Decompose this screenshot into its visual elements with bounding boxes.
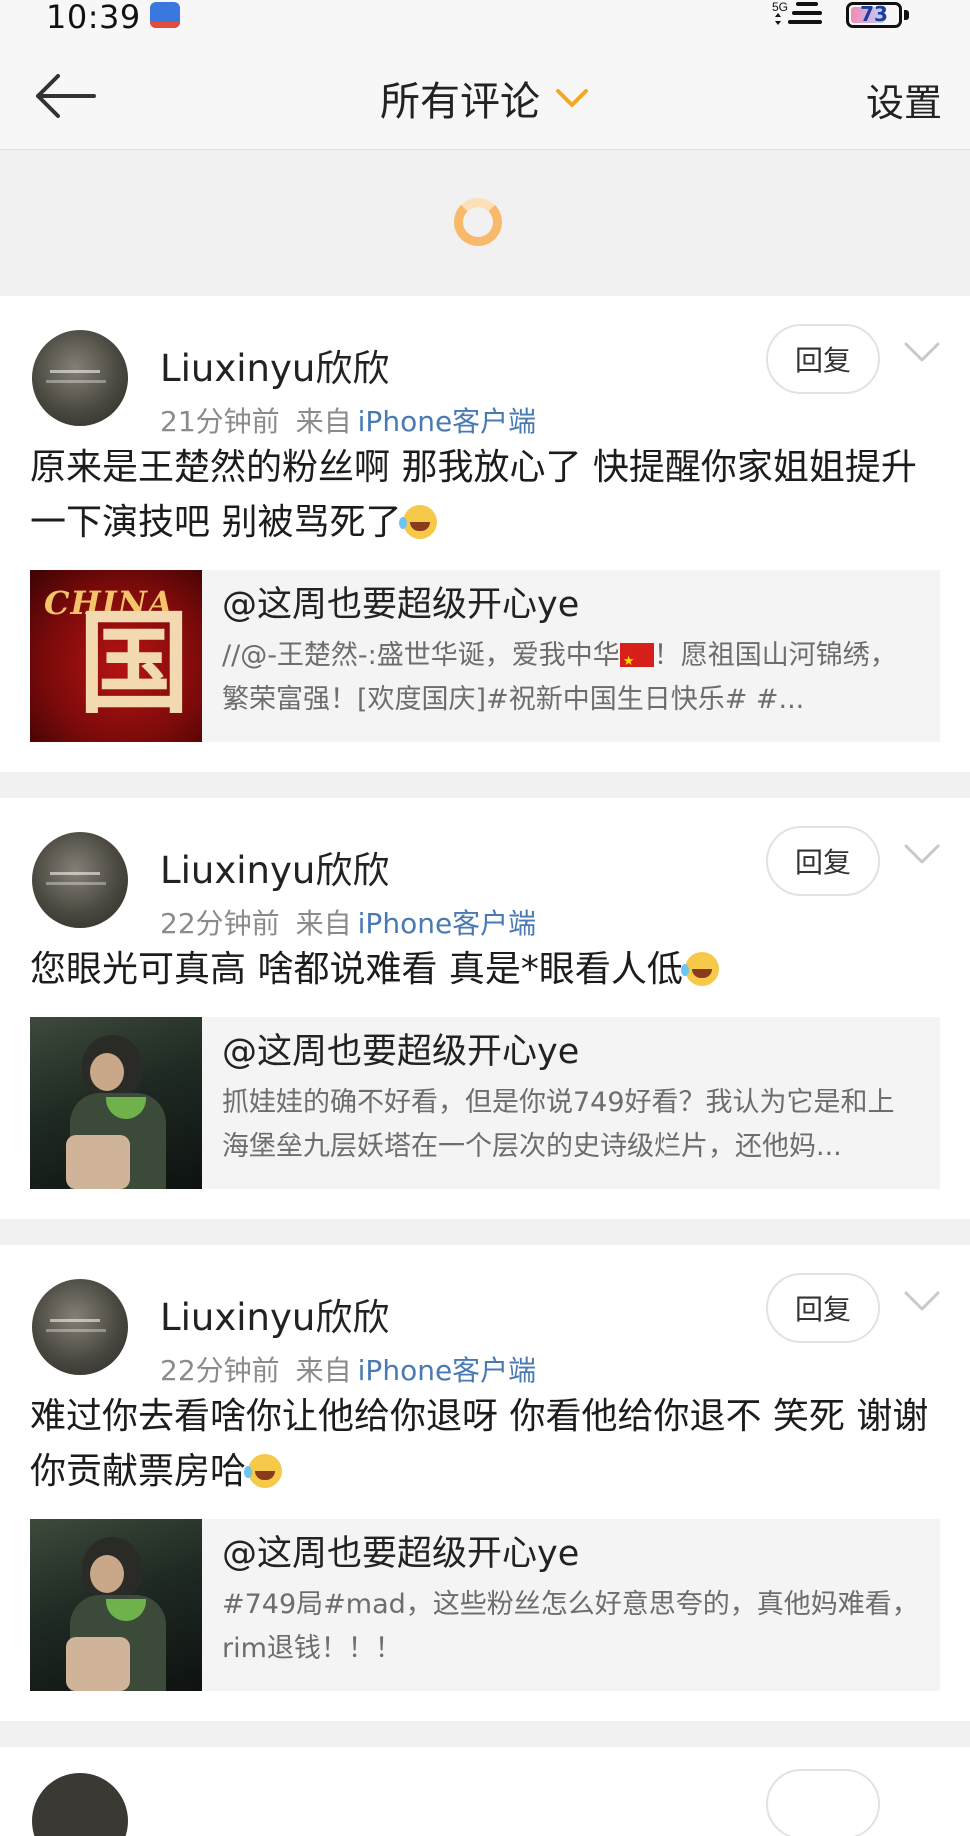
comment-filter-dropdown[interactable]: 所有评论 — [300, 70, 670, 126]
status-time: 10:39 — [46, 0, 141, 36]
comment-meta: 21分钟前 来自 iPhone客户端 — [160, 400, 536, 440]
card-divider — [0, 1721, 970, 1747]
avatar[interactable] — [32, 330, 128, 426]
reply-button[interactable]: 回复 — [766, 1273, 880, 1343]
comment-text: 您眼光可真高 啥都说难看 真是*眼看人低 — [30, 942, 940, 997]
quoted-post-text: //@-王楚然-:盛世华诞，爱我中华！愿祖国山河锦绣，繁荣富强！[欢度国庆]#祝… — [222, 634, 920, 722]
comment-source-link[interactable]: iPhone客户端 — [358, 405, 537, 438]
quoted-post-text: #749局#mad，这些粉丝怎么好意思夸的，真他妈难看，rim退钱！！！ — [222, 1589, 919, 1664]
avatar[interactable] — [32, 832, 128, 928]
reply-button[interactable] — [766, 1769, 880, 1836]
quoted-post-user: @这周也要超级开心ye — [222, 1534, 580, 1574]
comment-time: 22分钟前 — [160, 1354, 280, 1387]
comment-from-label: 来自 — [295, 907, 352, 940]
page-title: 所有评论 — [380, 79, 540, 125]
comment-from-label: 来自 — [295, 1354, 352, 1387]
comment-card: Liuxinyu欣欣 22分钟前 来自 iPhone客户端 回复 难过你去看啥你让他… — [0, 1245, 970, 1721]
laugh-cry-emoji-icon — [244, 1454, 283, 1488]
status-bar: 10:39 5G 73 — [0, 0, 970, 44]
app-notification-icon — [150, 2, 180, 28]
avatar[interactable] — [32, 1773, 128, 1836]
comment-header: Liuxinyu欣欣 22分钟前 来自 iPhone客户端 回复 — [30, 1273, 940, 1389]
comment-text: 难过你去看啥你让他给你退呀 你看他给你退不 笑死 谢谢你贡献票房哈 — [30, 1396, 929, 1492]
quoted-post[interactable]: CHINA 国 @这周也要超级开心ye //@-王楚然-:盛世华诞，爱我中华！愿… — [30, 570, 940, 742]
quoted-post[interactable]: @这周也要超级开心ye #749局#mad，这些粉丝怎么好意思夸的，真他妈难看，… — [30, 1519, 940, 1691]
comment-meta: 22分钟前 来自 iPhone客户端 — [160, 902, 536, 942]
quoted-post-thumbnail: CHINA 国 — [30, 570, 202, 742]
quoted-post-text: 抓娃娃的确不好看，但是你说749好看？我认为它是和上海堡垒九层妖塔在一个层次的史… — [222, 1087, 895, 1162]
comment-meta: 22分钟前 来自 iPhone客户端 — [160, 1349, 536, 1389]
quoted-post-thumbnail — [30, 1519, 202, 1691]
quoted-post-thumbnail — [30, 1017, 202, 1189]
comment-time: 21分钟前 — [160, 405, 280, 438]
network-type: 5G — [772, 0, 788, 14]
chevron-down-icon[interactable] — [898, 1283, 946, 1323]
quoted-post-body: @这周也要超级开心ye 抓娃娃的确不好看，但是你说749好看？我认为它是和上海堡… — [202, 1017, 940, 1189]
reply-button[interactable]: 回复 — [766, 324, 880, 394]
loading-spinner-icon — [454, 198, 502, 246]
navbar: 所有评论 设置 — [0, 44, 970, 150]
card-divider — [0, 772, 970, 798]
comment-time: 22分钟前 — [160, 907, 280, 940]
laugh-cry-emoji-icon — [680, 952, 719, 986]
comment-card: Liuxinyu欣欣 22分钟前 来自 iPhone客户端 回复 您眼光可真高 啥都… — [0, 798, 970, 1219]
battery-percent: 73 — [860, 2, 888, 26]
chevron-down-icon — [556, 89, 588, 107]
comment-username[interactable]: Liuxinyu欣欣 — [160, 338, 389, 392]
comment-source-link[interactable]: iPhone客户端 — [358, 907, 537, 940]
quoted-post-user: @这周也要超级开心ye — [222, 1032, 580, 1072]
china-flag-icon — [619, 640, 654, 684]
pull-to-refresh-area — [0, 150, 970, 296]
comment-card: Liuxinyu欣欣 21分钟前 来自 iPhone客户端 回复 原来是王楚然的粉丝… — [0, 296, 970, 772]
avatar[interactable] — [32, 1279, 128, 1375]
quoted-post-body: @这周也要超级开心ye //@-王楚然-:盛世华诞，爱我中华！愿祖国山河锦绣，繁… — [202, 570, 940, 742]
card-divider — [0, 1219, 970, 1245]
comment-header: Liuxinyu欣欣 22分钟前 来自 iPhone客户端 回复 — [30, 826, 940, 942]
quoted-post[interactable]: @这周也要超级开心ye 抓娃娃的确不好看，但是你说749好看？我认为它是和上海堡… — [30, 1017, 940, 1189]
comment-username[interactable]: Liuxinyu欣欣 — [160, 840, 389, 894]
comment-header: Liuxinyu欣欣 21分钟前 来自 iPhone客户端 回复 — [30, 324, 940, 440]
battery-cap — [904, 10, 909, 20]
reply-button[interactable]: 回复 — [766, 826, 880, 896]
thumbnail-character: 国 — [78, 598, 190, 729]
quoted-post-user: @这周也要超级开心ye — [222, 585, 580, 625]
comment-source-link[interactable]: iPhone客户端 — [358, 1354, 537, 1387]
battery-icon: 73 — [846, 2, 902, 28]
chevron-down-icon[interactable] — [898, 334, 946, 374]
comment-username[interactable]: Liuxinyu欣欣 — [160, 1287, 389, 1341]
signal-icon: 5G — [772, 0, 822, 25]
comment-list: Liuxinyu欣欣 21分钟前 来自 iPhone客户端 回复 原来是王楚然的粉丝… — [0, 296, 970, 1836]
laugh-cry-emoji-icon — [399, 505, 438, 539]
comment-card — [0, 1747, 970, 1836]
comment-text: 原来是王楚然的粉丝啊 那我放心了 快提醒你家姐姐提升一下演技吧 别被骂死了 — [30, 447, 917, 543]
comment-from-label: 来自 — [295, 405, 352, 438]
back-button[interactable] — [30, 68, 100, 124]
settings-button[interactable]: 设置 — [866, 72, 942, 127]
back-arrow-icon — [36, 74, 96, 118]
quoted-post-body: @这周也要超级开心ye #749局#mad，这些粉丝怎么好意思夸的，真他妈难看，… — [202, 1519, 940, 1691]
chevron-down-icon[interactable] — [898, 836, 946, 876]
